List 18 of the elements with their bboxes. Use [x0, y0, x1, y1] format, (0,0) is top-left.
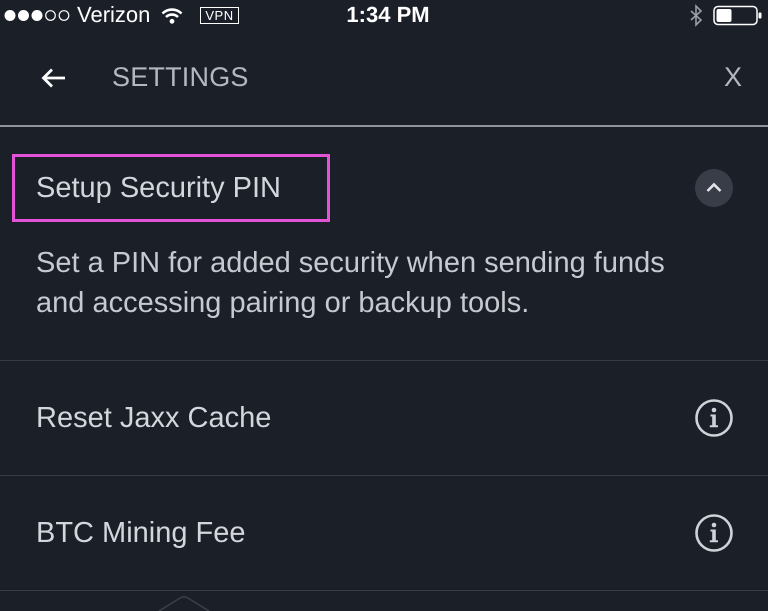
notch-icon — [158, 596, 210, 611]
signal-strength-icon — [4, 8, 70, 22]
setting-label: Setup Security PIN — [36, 172, 281, 204]
vpn-indicator: VPN — [200, 6, 239, 24]
setting-label: Reset Jaxx Cache — [36, 402, 272, 434]
back-arrow-icon[interactable] — [40, 66, 66, 88]
carrier-name: Verizon — [77, 2, 150, 28]
info-icon[interactable] — [695, 399, 733, 437]
battery-icon — [713, 4, 762, 26]
chevron-up-icon[interactable] — [695, 169, 733, 207]
bluetooth-icon — [689, 4, 703, 26]
status-time: 1:34 PM — [345, 2, 430, 28]
close-button[interactable]: X — [724, 62, 742, 93]
screen-title: SETTINGS — [112, 62, 249, 93]
setting-label: BTC Mining Fee — [36, 516, 246, 550]
setting-description: Set a PIN for added security when sending funds and accessing pairing or backup tools. — [36, 246, 666, 321]
wifi-icon — [161, 6, 184, 24]
info-icon[interactable] — [695, 514, 733, 552]
